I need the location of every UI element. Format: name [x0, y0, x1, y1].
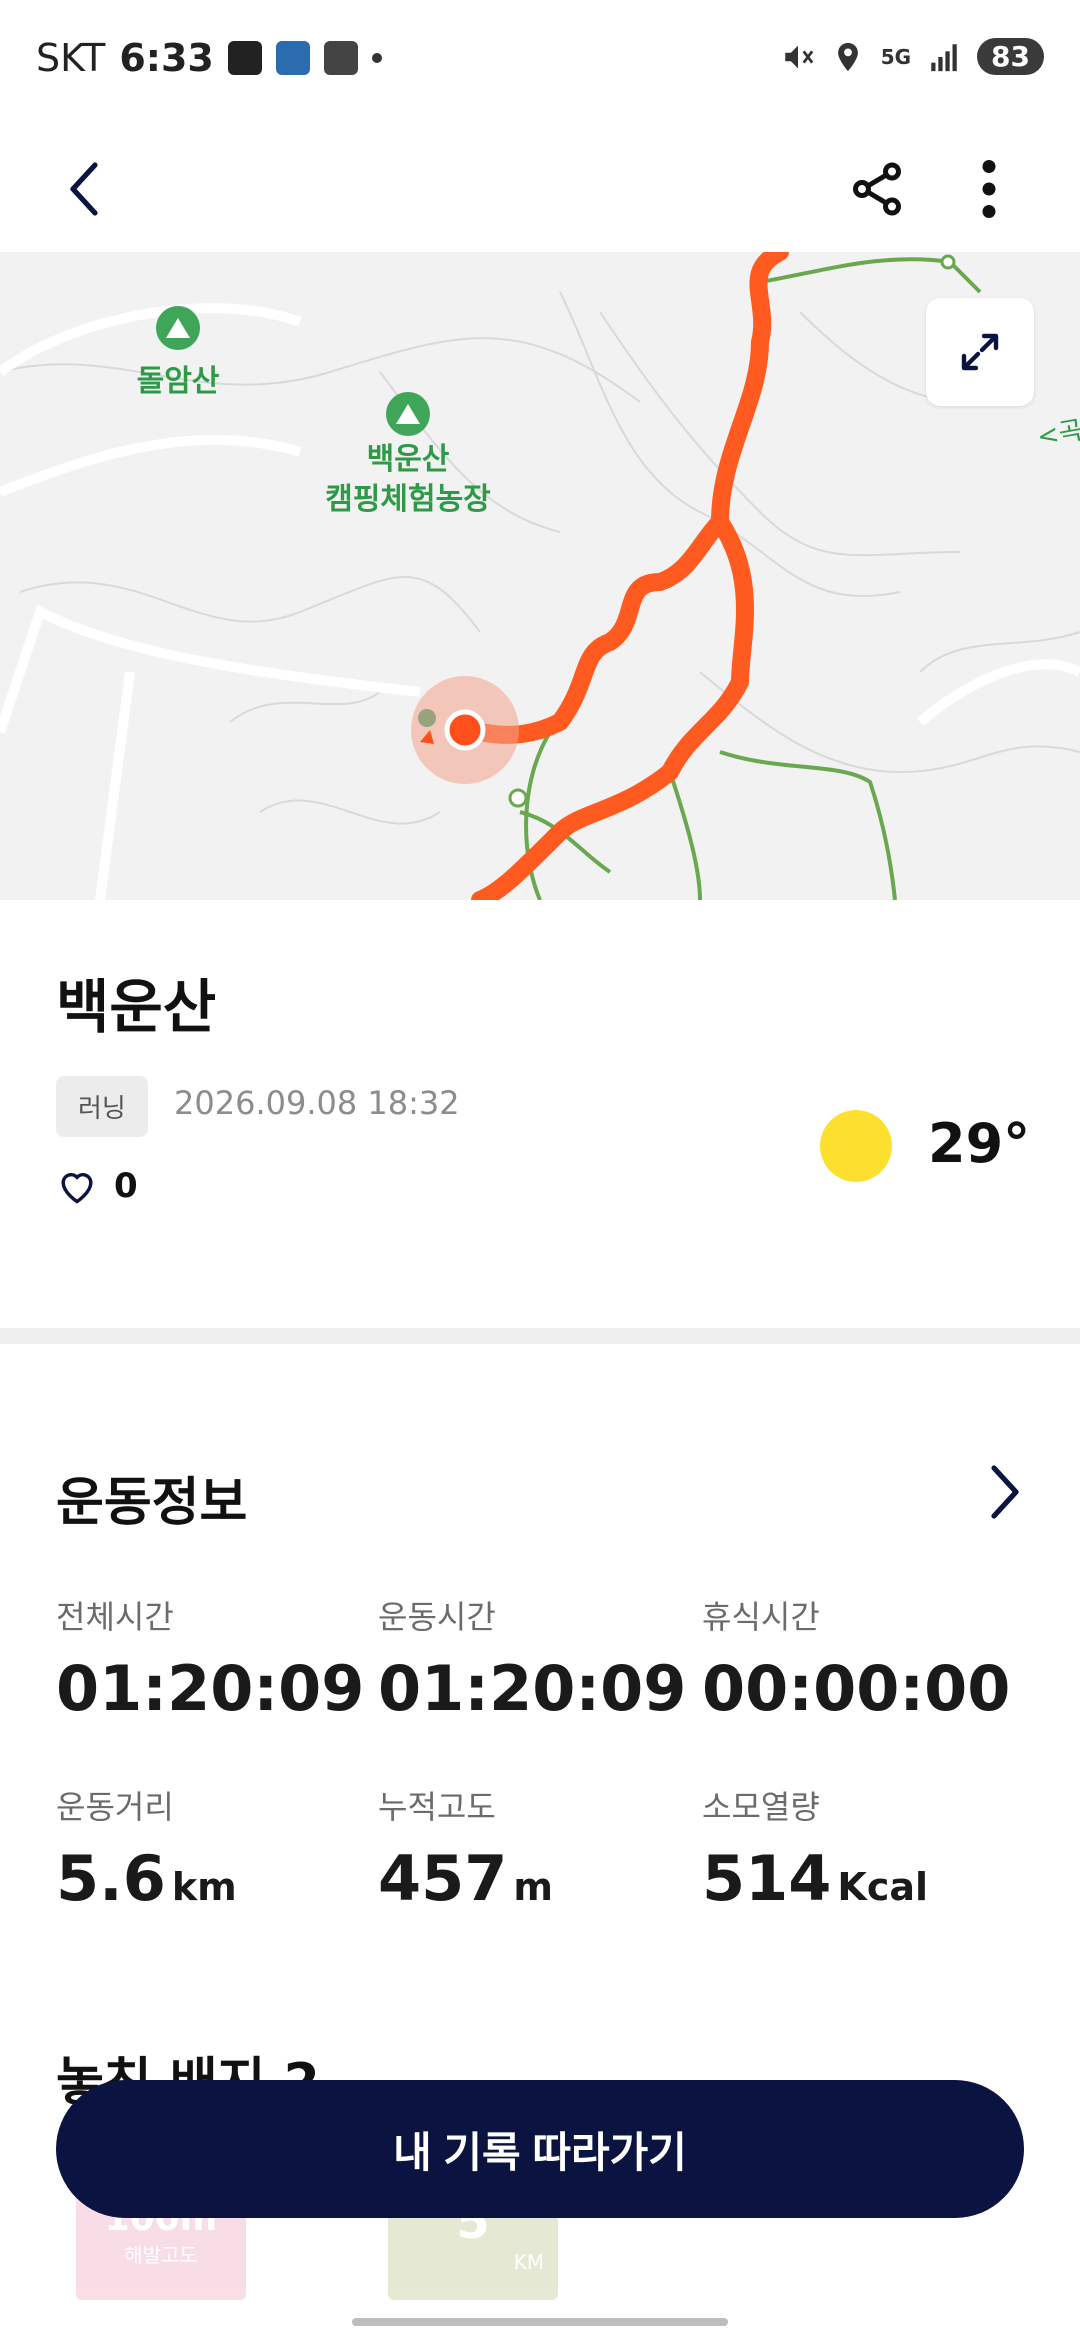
stat-value-elevation: 457 m: [378, 1842, 554, 1915]
location-icon: [837, 42, 858, 71]
stat-value-total-time: 01:20:09: [56, 1652, 365, 1725]
home-indicator[interactable]: [352, 2318, 728, 2326]
share-icon: [853, 162, 901, 216]
workout-info-title: 운동정보: [56, 1473, 248, 1533]
stat-label-elevation: 누적고도: [378, 1788, 496, 1826]
sun-icon: [820, 1110, 892, 1182]
like-count: 0: [114, 1166, 138, 1206]
expand-icon: [961, 333, 999, 371]
status-right: 5G 83: [781, 38, 1044, 75]
campsite-icon: [386, 392, 430, 436]
network-type: 5G: [880, 44, 912, 69]
expand-map-button[interactable]: [926, 298, 1034, 406]
start-marker: [418, 709, 436, 727]
stat-value-workout-time: 01:20:09: [378, 1652, 687, 1725]
position-marker: [444, 709, 486, 751]
chevron-left-icon: [70, 162, 98, 216]
badge-altitude-label: 해발고도: [124, 2243, 198, 2267]
badge-distance-label: KM: [513, 2250, 544, 2274]
stat-value-calories: 514 Kcal: [702, 1842, 929, 1915]
map-label-peak: 돌암산: [136, 364, 220, 399]
owl-app-icon: [275, 41, 310, 75]
route-map[interactable]: 돌암산 백운산 캠핑체험농장 <곡: [0, 252, 1080, 900]
status-bar: SKT 6:33 5G 83: [0, 0, 1080, 120]
carrier: SKT: [36, 36, 106, 80]
chevron-right-icon: [991, 1465, 1019, 1519]
map-label-mountain: 백운산: [366, 442, 450, 477]
activity-title: 백운산: [56, 973, 217, 1041]
stat-label-total-time: 전체시간: [56, 1598, 174, 1636]
stat-value-rest-time: 00:00:00: [702, 1652, 1011, 1725]
heart-icon: [61, 1173, 93, 1204]
more-vert-icon: [982, 160, 996, 218]
stat-label-distance: 운동거리: [56, 1788, 174, 1826]
workout-info-detail-button[interactable]: [974, 1452, 1034, 1532]
stat-label-rest-time: 휴식시간: [702, 1598, 820, 1636]
share-button[interactable]: [832, 144, 922, 234]
follow-my-record-button[interactable]: 내 기록 따라가기: [56, 2080, 1024, 2218]
signal-icon: [931, 43, 957, 71]
mute-icon: [784, 45, 813, 68]
dot-icon: [371, 53, 382, 63]
section-divider: [0, 1328, 1080, 1344]
stat-label-calories: 소모열량: [702, 1788, 820, 1826]
map-label-campsite: 캠핑체험농장: [325, 482, 491, 517]
stat-value-distance: 5.6 km: [56, 1842, 237, 1915]
clock: 6:33: [119, 36, 214, 80]
map-canvas: [0, 252, 1080, 900]
peak-icon: [156, 306, 200, 350]
status-left: SKT 6:33: [36, 36, 382, 80]
activity-type-badge: 러닝: [56, 1076, 148, 1137]
b-app-icon: [227, 41, 262, 75]
like-button[interactable]: 0: [56, 1166, 138, 1206]
battery-indicator: 83: [977, 38, 1044, 75]
activity-datetime: 2026.09.08 18:32: [174, 1084, 460, 1122]
more-button[interactable]: [944, 144, 1034, 234]
app-bar: [0, 130, 1080, 250]
trail-app-icon: [323, 41, 358, 75]
stat-label-workout-time: 운동시간: [378, 1598, 496, 1636]
temperature: 29°: [928, 1112, 1031, 1175]
back-button[interactable]: [40, 144, 130, 234]
